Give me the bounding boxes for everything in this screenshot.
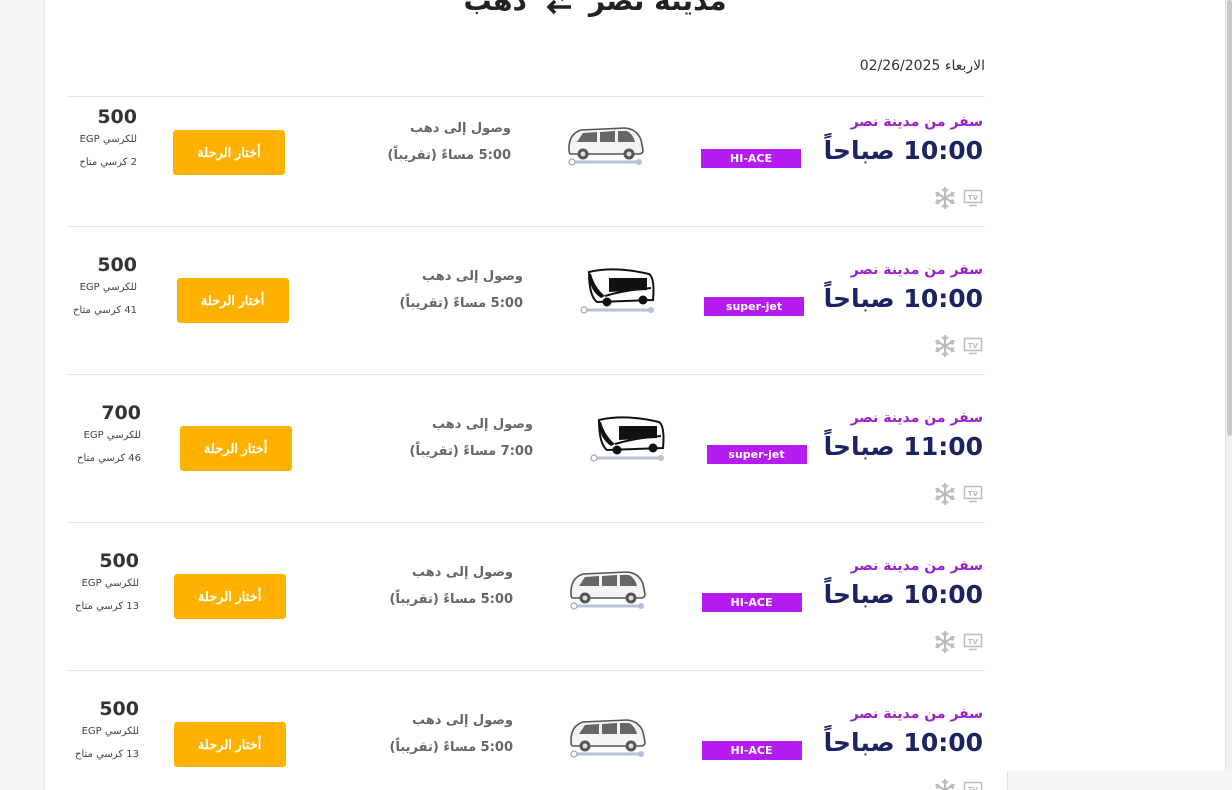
route-from: مدينة نصر (589, 0, 727, 17)
choose-trip-button[interactable]: أختار الرحلة (173, 130, 285, 175)
svg-text:TV: TV (968, 638, 979, 646)
tv-icon: TV (963, 781, 983, 790)
svg-text:TV: TV (968, 342, 979, 350)
vehicle-type-badge: HI-ACE (702, 741, 802, 760)
trip-row: سفر من مدينة نصر 10:00 صباحاً TV HI-ACE … (67, 688, 985, 790)
trip-price: 500 (67, 106, 137, 128)
trip-price: 500 (67, 254, 137, 276)
trip-arrival-label: وصول إلى دهب (412, 565, 513, 580)
trip-arrival-label: وصول إلى دهب (412, 713, 513, 728)
trip-arrival-time: 5:00 مساءً (تقريباً) (388, 148, 511, 163)
svg-text:TV: TV (968, 490, 979, 498)
trip-arrival-label: وصول إلى دهب (432, 417, 533, 432)
date-divider (67, 96, 985, 97)
trip-departure-time: 10:00 صباحاً (824, 728, 983, 757)
scrollbar-thumb[interactable] (1227, 0, 1232, 436)
trip-row: سفر من مدينة نصر 10:00 صباحاً TV HI-ACE … (67, 96, 985, 236)
trip-arrival-time: 7:00 مساءً (تقريباً) (410, 444, 533, 459)
trip-seats-available: 2 كرسي متاح (67, 157, 137, 168)
vehicle-type-badge: HI-ACE (701, 149, 801, 168)
trip-date-day: الاربعاء (945, 58, 985, 74)
snowflake-icon (933, 482, 957, 506)
vehicle-type-badge: HI-ACE (702, 593, 802, 612)
choose-trip-button[interactable]: أختار الرحلة (174, 722, 286, 767)
vehicle-type-badge: super-jet (704, 297, 804, 316)
trip-divider (67, 522, 985, 523)
tv-icon: TV (963, 189, 983, 207)
trip-price: 700 (71, 402, 141, 424)
tv-icon: TV (963, 633, 983, 651)
trip-amenities: TV (933, 186, 983, 210)
choose-trip-button[interactable]: أختار الرحلة (177, 278, 289, 323)
snowflake-icon (933, 334, 957, 358)
trip-departure-time: 10:00 صباحاً (824, 580, 983, 609)
snowflake-icon (933, 778, 957, 790)
trip-seats-available: 13 كرسي متاح (69, 601, 139, 612)
trip-divider (67, 226, 985, 227)
trip-departure-label: سفر من مدينة نصر (851, 114, 983, 130)
choose-trip-button[interactable]: أختار الرحلة (180, 426, 292, 471)
trip-seats-available: 13 كرسي متاح (69, 749, 139, 760)
trip-departure-time: 11:00 صباحاً (824, 432, 983, 461)
svg-text:TV: TV (968, 194, 979, 202)
trip-date-value: 02/26/2025 (860, 58, 941, 74)
trip-row: سفر من مدينة نصر 11:00 صباحاً TV super-j… (67, 392, 985, 532)
trips-card: مدينة نصر دهب الاربعاء 02/26/2025 سفر من… (44, 0, 1008, 790)
trip-seats-available: 41 كرسي متاح (67, 305, 137, 316)
tv-icon: TV (963, 337, 983, 355)
trip-price: 500 (69, 550, 139, 572)
trip-arrival-time: 5:00 مساءً (تقريباً) (390, 592, 513, 607)
route-title: مدينة نصر دهب (425, 0, 765, 18)
route-to: دهب (463, 0, 526, 17)
trip-amenities: TV (933, 334, 983, 358)
trip-price-unit: EGP للكرسي (71, 430, 141, 441)
trip-price-unit: EGP للكرسي (69, 726, 139, 737)
trip-amenities: TV (933, 778, 983, 790)
trip-departure-label: سفر من مدينة نصر (851, 706, 983, 722)
trip-departure-label: سفر من مدينة نصر (851, 558, 983, 574)
trip-row: سفر من مدينة نصر 10:00 صباحاً TV HI-ACE … (67, 540, 985, 680)
trip-price-unit: EGP للكرسي (67, 134, 137, 145)
trip-price: 500 (69, 698, 139, 720)
trip-departure-label: سفر من مدينة نصر (851, 262, 983, 278)
trip-divider (67, 374, 985, 375)
trip-departure-time: 10:00 صباحاً (824, 136, 983, 165)
trip-arrival-label: وصول إلى دهب (422, 269, 523, 284)
trip-seats-available: 46 كرسي متاح (71, 453, 141, 464)
trip-arrival-label: وصول إلى دهب (410, 121, 511, 136)
snowflake-icon (933, 630, 957, 654)
trip-amenities: TV (933, 630, 983, 654)
trip-departure-label: سفر من مدينة نصر (851, 410, 983, 426)
trip-row: سفر من مدينة نصر 10:00 صباحاً TV super-j… (67, 244, 985, 384)
minivan-icon (565, 562, 649, 612)
minivan-icon (565, 710, 649, 760)
trip-price-unit: EGP للكرسي (67, 282, 137, 293)
minivan-icon (563, 118, 647, 168)
bus-icon (575, 266, 659, 316)
snowflake-icon (933, 186, 957, 210)
trip-arrival-time: 5:00 مساءً (تقريباً) (400, 296, 523, 311)
svg-text:TV: TV (968, 786, 979, 790)
swap-arrows-icon[interactable] (541, 0, 575, 15)
bus-icon (585, 414, 669, 464)
trip-price-unit: EGP للكرسي (69, 578, 139, 589)
tv-icon: TV (963, 485, 983, 503)
right-blank-area (1007, 0, 1225, 771)
trip-date: الاربعاء 02/26/2025 (860, 58, 985, 74)
page-scrollbar[interactable] (1225, 0, 1232, 771)
trip-departure-time: 10:00 صباحاً (824, 284, 983, 313)
trip-divider (67, 670, 985, 671)
trip-arrival-time: 5:00 مساءً (تقريباً) (390, 740, 513, 755)
trip-amenities: TV (933, 482, 983, 506)
choose-trip-button[interactable]: أختار الرحلة (174, 574, 286, 619)
vehicle-type-badge: super-jet (707, 445, 807, 464)
